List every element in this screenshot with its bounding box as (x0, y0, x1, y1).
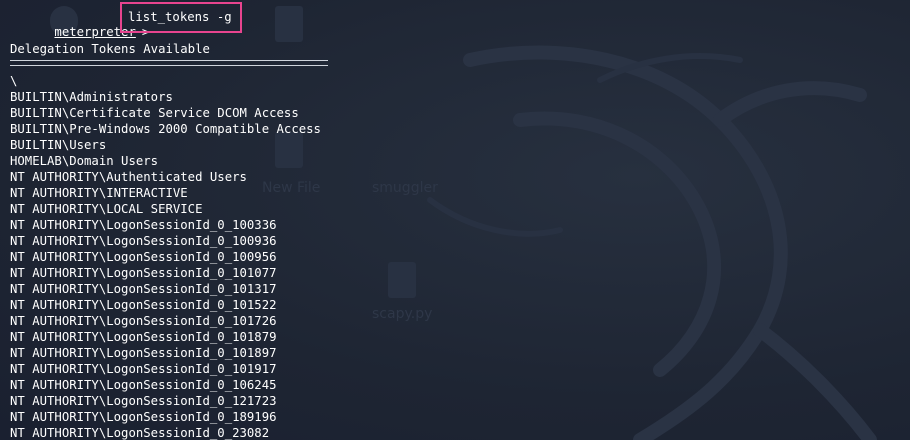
command-text[interactable]: list_tokens -g (120, 2, 242, 33)
section-title: Delegation Tokens Available (10, 42, 210, 56)
token-line: NT AUTHORITY\LogonSessionId_0_101917 (10, 362, 277, 376)
token-line: BUILTIN\Administrators (10, 90, 173, 104)
token-line: NT AUTHORITY\LogonSessionId_0_100336 (10, 218, 277, 232)
terminal-content: meterpreter > list_tokens -g Delegation T… (10, 0, 910, 440)
token-line: BUILTIN\Certificate Service DCOM Access (10, 106, 299, 120)
token-line: NT AUTHORITY\LogonSessionId_0_121723 (10, 394, 277, 408)
token-line: NT AUTHORITY\LogonSessionId_0_23082 (10, 426, 270, 440)
token-line: NT AUTHORITY\LogonSessionId_0_106245 (10, 378, 277, 392)
token-line: NT AUTHORITY\LogonSessionId_0_189196 (10, 410, 277, 424)
section-divider (10, 60, 328, 66)
token-line: NT AUTHORITY\LogonSessionId_0_101077 (10, 266, 277, 280)
token-line: NT AUTHORITY\LogonSessionId_0_100936 (10, 234, 277, 248)
token-line: NT AUTHORITY\LOCAL SERVICE (10, 202, 203, 216)
token-line: NT AUTHORITY\LogonSessionId_0_101879 (10, 330, 277, 344)
token-line: BUILTIN\Pre-Windows 2000 Compatible Acce… (10, 122, 321, 136)
command-highlight-box: list_tokens -g (120, 2, 242, 33)
token-line: HOMELAB\Domain Users (10, 154, 159, 168)
token-line: NT AUTHORITY\LogonSessionId_0_101897 (10, 346, 277, 360)
token-line: NT AUTHORITY\INTERACTIVE (10, 186, 188, 200)
token-line: NT AUTHORITY\LogonSessionId_0_101317 (10, 282, 277, 296)
token-line: NT AUTHORITY\LogonSessionId_0_101726 (10, 314, 277, 328)
token-line: BUILTIN\Users (10, 138, 107, 152)
token-line: \ (10, 74, 18, 88)
token-line: NT AUTHORITY\LogonSessionId_0_100956 (10, 250, 277, 264)
terminal-window[interactable]: New File smuggler scapy.py meterpreter > … (0, 0, 910, 440)
token-line: NT AUTHORITY\Authenticated Users (10, 170, 247, 184)
token-line: NT AUTHORITY\LogonSessionId_0_101522 (10, 298, 277, 312)
